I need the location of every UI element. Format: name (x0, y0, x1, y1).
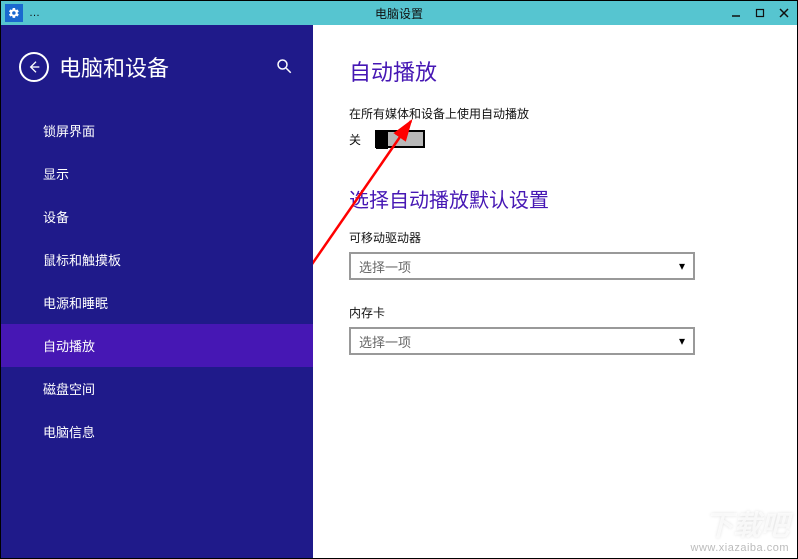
sidebar-item-pcinfo[interactable]: 电脑信息 (1, 410, 313, 453)
chevron-down-icon: ▾ (679, 259, 685, 273)
sidebar-item-mouse[interactable]: 鼠标和触摸板 (1, 238, 313, 281)
maximize-button[interactable] (753, 6, 767, 20)
close-button[interactable] (777, 6, 791, 20)
memory-card-label: 内存卡 (349, 304, 761, 321)
sidebar-item-devices[interactable]: 设备 (1, 195, 313, 238)
sidebar-item-label: 磁盘空间 (43, 382, 95, 397)
defaults-heading: 选择自动播放默认设置 (349, 184, 761, 213)
removable-drive-label: 可移动驱动器 (349, 229, 761, 246)
search-icon[interactable] (275, 57, 295, 77)
settings-gear-icon[interactable] (5, 4, 23, 22)
toggle-thumb (376, 131, 388, 149)
window-title: 电脑设置 (375, 5, 423, 22)
watermark: 下载吧 www.xiazaiba.com (691, 511, 789, 554)
autoplay-description: 在所有媒体和设备上使用自动播放 (349, 105, 761, 122)
sidebar-item-diskspace[interactable]: 磁盘空间 (1, 367, 313, 410)
sidebar-item-label: 自动播放 (43, 339, 95, 354)
titlebar-app-token: … (29, 7, 40, 19)
minimize-button[interactable] (729, 6, 743, 20)
sidebar: 电脑和设备 锁屏界面 显示 设备 鼠标和触摸板 电源和睡眠 自动播放 磁盘空间 … (1, 25, 313, 558)
sidebar-item-label: 电源和睡眠 (43, 296, 108, 311)
select-value: 选择一项 (359, 332, 411, 351)
memory-card-select[interactable]: 选择一项 ▾ (349, 327, 695, 355)
sidebar-item-label: 设备 (43, 210, 69, 225)
watermark-url: www.xiazaiba.com (691, 542, 789, 554)
sidebar-item-label: 电脑信息 (43, 425, 95, 440)
watermark-logo: 下载吧 (691, 511, 789, 542)
removable-drive-select[interactable]: 选择一项 ▾ (349, 252, 695, 280)
sidebar-list: 锁屏界面 显示 设备 鼠标和触摸板 电源和睡眠 自动播放 磁盘空间 电脑信息 (1, 109, 313, 453)
sidebar-item-display[interactable]: 显示 (1, 152, 313, 195)
sidebar-item-label: 鼠标和触摸板 (43, 253, 121, 268)
back-button[interactable] (19, 52, 49, 82)
content-pane: 自动播放 在所有媒体和设备上使用自动播放 关 选择自动播放默认设置 可移动驱动器… (313, 25, 797, 558)
sidebar-item-power[interactable]: 电源和睡眠 (1, 281, 313, 324)
content-heading: 自动播放 (349, 55, 761, 87)
chevron-down-icon: ▾ (679, 334, 685, 348)
select-value: 选择一项 (359, 257, 411, 276)
sidebar-item-label: 锁屏界面 (43, 124, 95, 139)
sidebar-item-lockscreen[interactable]: 锁屏界面 (1, 109, 313, 152)
titlebar: … 电脑设置 (1, 1, 797, 25)
sidebar-item-autoplay[interactable]: 自动播放 (1, 324, 313, 367)
autoplay-toggle[interactable] (375, 130, 425, 148)
sidebar-item-label: 显示 (43, 167, 69, 182)
toggle-state-label: 关 (349, 131, 361, 148)
sidebar-title: 电脑和设备 (59, 51, 275, 83)
